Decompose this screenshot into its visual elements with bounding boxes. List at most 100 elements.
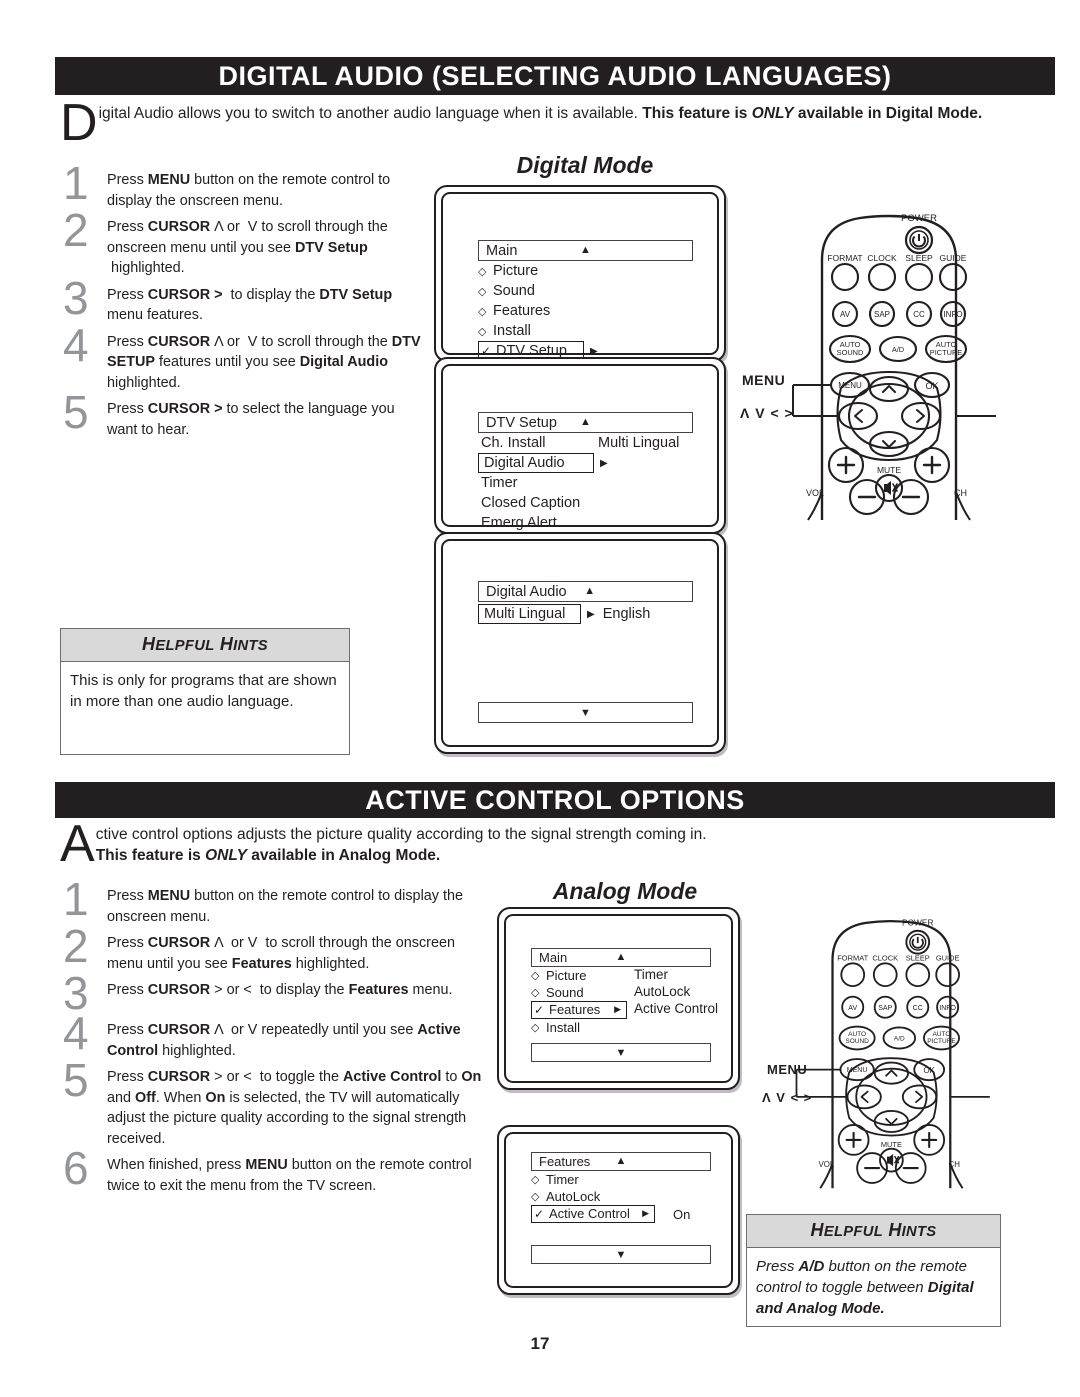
step-text: Press MENU button on the remote control … [107, 888, 463, 925]
osd-item[interactable]: ◇ Features [478, 301, 693, 321]
caret-up-icon: ▲ [584, 585, 596, 597]
svg-text:VOL: VOL [806, 488, 824, 498]
osd-item[interactable]: ◇ AutoLock [531, 1188, 711, 1205]
svg-text:GUIDE: GUIDE [940, 253, 967, 263]
caret-up-icon: ▲ [615, 1155, 627, 1167]
osd-item[interactable]: Emerg Alert [478, 513, 693, 533]
step-text: Press CURSOR > or < to display the Featu… [107, 982, 453, 998]
osd-item-selected[interactable]: Multi Lingual ▶ English [478, 604, 693, 624]
osd-scroll-down-bar[interactable]: ▼ [478, 702, 693, 723]
svg-text:FORMAT: FORMAT [837, 954, 868, 963]
arrow-right-icon: ▶ [600, 457, 608, 469]
osd-item-label: Install [546, 1020, 580, 1035]
svg-text:CC: CC [913, 310, 925, 319]
step-text: Press CURSOR Λ or V to scroll through th… [107, 935, 455, 972]
osd-col2-item: Active Control [634, 1001, 719, 1016]
osd-item-selected[interactable]: ✓ Active Control ▶ On [531, 1205, 711, 1223]
osd-title-text: Features [539, 1154, 591, 1169]
section-2-steps: 1 Press MENU button on the remote contro… [63, 876, 488, 1200]
remote-control-digital: POWER FORMAT CLOCK SLEEP GUIDE AV SAP CC… [740, 192, 1022, 522]
svg-text:POWER: POWER [901, 213, 937, 224]
step-number: 1 [63, 157, 89, 209]
caret-down-icon: ▼ [615, 1046, 627, 1059]
osd-scroll-down-bar[interactable]: ▼ [531, 1245, 711, 1264]
svg-text:OK: OK [925, 381, 938, 391]
step-text: Press CURSOR Λ or V repeatedly until you… [107, 1022, 461, 1059]
section-1-banner: DIGITAL AUDIO (SELECTING AUDIO LANGUAGES… [55, 57, 1055, 95]
diamond-icon: ◇ [531, 1022, 540, 1034]
osd-item-label: Timer [481, 475, 518, 491]
svg-text:SLEEP: SLEEP [905, 253, 933, 263]
osd-dtv-setup: DTV Setup ▲ Ch. Install Digital Audio ▶ … [478, 412, 693, 533]
svg-text:AV: AV [840, 310, 851, 319]
osd-title-text: Digital Audio [486, 583, 567, 600]
osd-item[interactable]: ◇ Install [478, 321, 693, 341]
svg-text:MENU: MENU [838, 381, 862, 390]
analog-screen-main: Main ▲ ◇ Picture ◇ Sound ✓ Features ▶ ◇ Inst… [497, 907, 740, 1090]
osd-title-main: Main ▲ [531, 948, 711, 967]
osd-selected-label: Active Control [549, 1206, 630, 1221]
digital-mode-caption: Digital Mode [516, 152, 654, 178]
osd-title-main: Main ▲ [478, 240, 693, 261]
osd-title-text: DTV Setup [486, 414, 557, 431]
digital-screen-dtv-setup: DTV Setup ▲ Ch. Install Digital Audio ▶ … [434, 357, 726, 534]
section-2-intro-bold1: This feature is [95, 847, 206, 864]
svg-text:MENU: MENU [847, 1067, 868, 1074]
step-text: Press CURSOR > to select the language yo… [107, 401, 395, 438]
step-text: Press CURSOR > or < to toggle the Active… [107, 1069, 482, 1147]
osd-item-selected[interactable]: Digital Audio ▶ [478, 453, 693, 473]
step-number: 3 [63, 271, 89, 324]
remote-callout-menu: MENU [742, 372, 786, 388]
osd-title-text: Main [539, 950, 568, 965]
svg-text:OK: OK [923, 1066, 935, 1075]
step-item: 5 Press CURSOR > to select the language … [63, 389, 428, 440]
svg-text:CLOCK: CLOCK [867, 253, 897, 263]
osd-col2-item: Timer [634, 967, 668, 982]
remote-callout-cursor: Λ V < > [762, 1090, 813, 1105]
osd-item-label: AutoLock [546, 1189, 601, 1204]
osd-title-text: Main [486, 242, 518, 259]
check-icon: ✓ [534, 1002, 545, 1017]
osd-item[interactable]: ◇ Sound [478, 281, 693, 301]
svg-text:MUTE: MUTE [881, 1140, 902, 1149]
section-2-helpful-hints: HELPFUL HINTS Press A/D button on the re… [746, 1214, 1001, 1327]
svg-text:PICTURE: PICTURE [927, 1038, 956, 1045]
manual-page: DIGITAL AUDIO (SELECTING AUDIO LANGUAGES… [0, 0, 1080, 1397]
osd-main: Main ▲ ◇ Picture ◇ Sound ◇ Features ◇ Instal… [478, 240, 693, 361]
svg-text:CH: CH [954, 488, 967, 498]
osd-item-label: Install [493, 323, 531, 339]
caret-up-icon: ▲ [580, 244, 591, 256]
hints-title: HELPFUL HINTS [61, 629, 349, 662]
osd-item[interactable]: ◇ Picture [478, 261, 693, 281]
caret-up-icon: ▲ [615, 951, 627, 963]
page-number: 17 [530, 1334, 550, 1353]
remote-svg: POWER FORMAT CLOCK SLEEP GUIDE AV SAP CC [795, 917, 990, 1189]
osd-item[interactable]: ◇ Install [531, 1019, 711, 1036]
osd-item-label: Picture [493, 263, 539, 279]
osd-item-label: Sound [546, 985, 584, 1000]
osd-digital-audio: Digital Audio ▲ Multi Lingual ▶ English [478, 581, 693, 624]
diamond-icon: ◇ [531, 970, 540, 982]
osd-title-digital-audio: Digital Audio ▲ [478, 581, 693, 602]
analog-mode-caption: Analog Mode [552, 878, 698, 904]
step-text: Press MENU button on the remote control … [107, 172, 391, 209]
arrow-right-icon: ▶ [587, 608, 595, 620]
osd-item[interactable]: ◇ Timer [531, 1171, 711, 1188]
osd-item[interactable]: Closed Caption [478, 493, 693, 513]
osd-item-label: Picture [546, 968, 587, 983]
step-item: 3 Press CURSOR > or < to display the Fea… [63, 970, 488, 1016]
svg-text:AV: AV [848, 1005, 857, 1012]
step-item: 4 Press CURSOR Λ or V repeatedly until y… [63, 1010, 488, 1061]
digital-screen-main: Main ▲ ◇ Picture ◇ Sound ◇ Features ◇ Instal… [434, 185, 726, 362]
osd-item[interactable]: Timer [478, 473, 693, 493]
remote-callout-menu: MENU [767, 1062, 808, 1077]
diamond-icon: ◇ [478, 285, 487, 298]
hints-title: HELPFUL HINTS [747, 1215, 1000, 1248]
step-item: 1 Press MENU button on the remote contro… [63, 160, 428, 211]
step-item: 2 Press CURSOR Λ or V to scroll through … [63, 207, 428, 279]
svg-text:CC: CC [913, 1005, 923, 1012]
osd-scroll-down-bar[interactable]: ▼ [531, 1043, 711, 1062]
step-number: 6 [63, 1142, 89, 1194]
section-1-dropcap: D [60, 94, 98, 152]
step-item: 6 When finished, press MENU button on th… [63, 1145, 488, 1196]
